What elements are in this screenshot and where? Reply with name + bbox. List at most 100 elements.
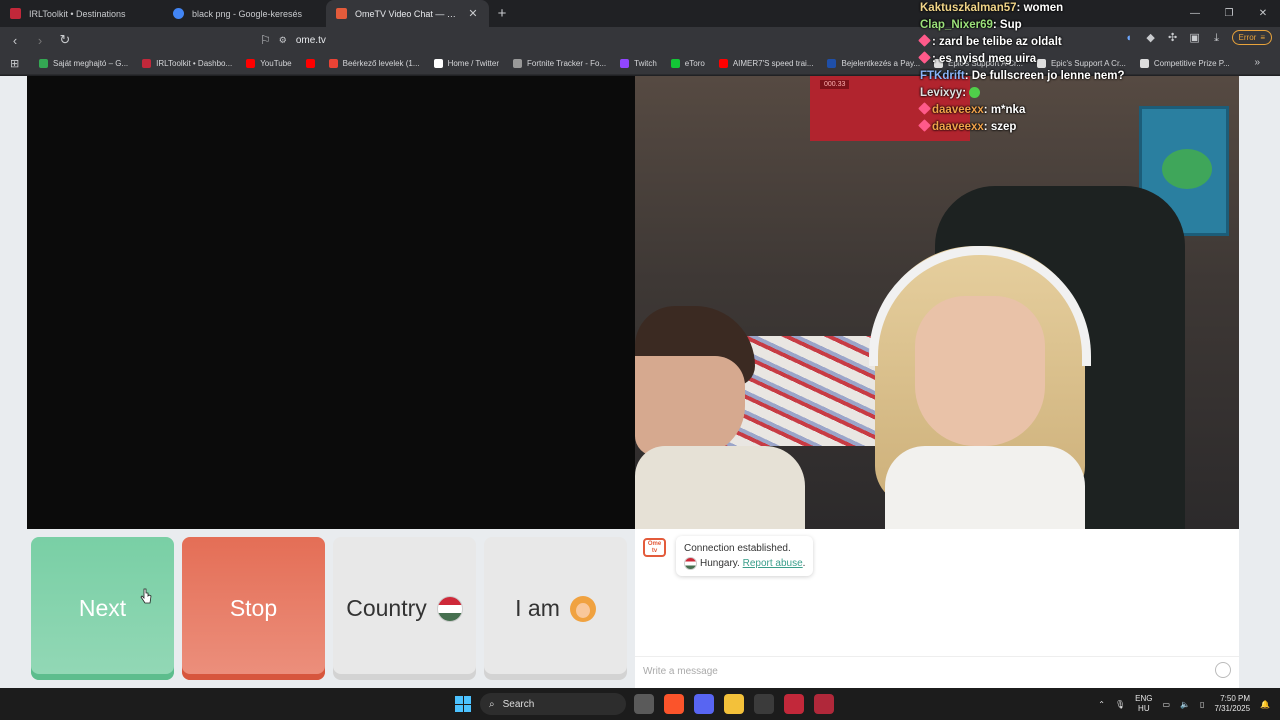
network-icon[interactable]: ▭ <box>1163 700 1171 709</box>
country-line: Hungary. Report abuse. <box>684 556 805 571</box>
notification-icon[interactable]: 🔔 <box>1260 700 1270 709</box>
gender-button[interactable]: I am <box>484 537 627 680</box>
clock[interactable]: 7:50 PM 7/31/2025 <box>1214 694 1250 714</box>
site-info-icon[interactable]: ⚙ <box>279 35 287 46</box>
bookmark-item[interactable]: Twitch <box>613 59 664 68</box>
reload-button[interactable]: ↻ <box>55 32 75 48</box>
chevron-up-icon[interactable]: ⌃ <box>1098 700 1105 709</box>
chat-line: daaveexx: szep <box>918 119 1240 136</box>
app-5-icon[interactable] <box>754 694 774 714</box>
message-input[interactable]: Write a message <box>635 656 1239 686</box>
more-bookmarks-icon[interactable]: » <box>1254 57 1260 68</box>
forward-button[interactable]: › <box>30 33 50 48</box>
report-abuse-link[interactable]: Report abuse <box>743 558 803 569</box>
chat-username: daaveexx <box>932 121 984 133</box>
tab-google-search[interactable]: black png - Google-keresés <box>163 0 326 27</box>
emoji-icon[interactable] <box>1215 662 1231 678</box>
app-7-icon[interactable] <box>814 694 834 714</box>
chat-username: daaveexx <box>932 104 984 116</box>
smile-emote-icon <box>969 87 981 99</box>
close-tab-icon[interactable]: ✕ <box>467 7 479 20</box>
tab-ometv[interactable]: OmeTV Video Chat — Omegle ✕ <box>326 0 489 27</box>
bookmark-favicon-icon <box>246 59 256 68</box>
bookmark-item[interactable]: Home / Twitter <box>427 59 506 68</box>
clock-date: 7/31/2025 <box>1214 704 1251 713</box>
pencil-badge-icon <box>918 51 931 64</box>
close-window-button[interactable]: ✕ <box>1246 0 1280 27</box>
menu-icon: ≡ <box>1260 33 1265 42</box>
screen: IRLToolkit • Destinations black png - Go… <box>0 0 1280 720</box>
next-button[interactable]: Next <box>31 537 174 680</box>
bookmark-item[interactable]: IRLToolkit • Dashbo... <box>135 59 239 68</box>
pencil-badge-icon <box>918 34 931 47</box>
chat-panel: Ome tv Connection established. Hungary. R… <box>635 529 1239 688</box>
chat-text: zard be telibe az oldalt <box>939 36 1062 48</box>
url-text[interactable]: ome.tv <box>296 35 326 46</box>
bookmark-favicon-icon <box>718 59 728 68</box>
chat-line: : es nyisd meg uira <box>918 51 1240 68</box>
chat-line: Levixyy: <box>920 85 1240 102</box>
pencil-badge-icon <box>918 102 931 115</box>
pencil-badge-icon <box>918 119 931 132</box>
address-bar[interactable]: ⚙ ome.tv <box>279 35 326 46</box>
bookmark-item[interactable]: YouTube <box>239 59 298 68</box>
discord-icon[interactable] <box>694 694 714 714</box>
battery-icon[interactable]: ▯ <box>1200 700 1204 709</box>
app-6-icon[interactable] <box>784 694 804 714</box>
chat-username: Clap_Nixer69 <box>920 19 993 31</box>
bookmark-label: Saját meghajtó – G... <box>53 59 129 68</box>
bookmark-item[interactable]: eToro <box>664 59 712 68</box>
stop-button[interactable]: Stop <box>182 537 325 680</box>
microphone-icon[interactable]: 🎙 <box>1115 700 1125 709</box>
volume-icon[interactable]: 🔈 <box>1180 700 1190 709</box>
bookmark-favicon-icon <box>305 59 315 68</box>
bookmark-favicon-icon <box>433 59 443 68</box>
new-tab-button[interactable]: + <box>489 0 515 27</box>
bookmark-favicon-icon <box>827 59 837 68</box>
chat-text: Sup <box>999 19 1022 31</box>
ometv-logo-icon: Ome tv <box>643 538 666 557</box>
task-view-icon[interactable] <box>634 694 654 714</box>
file-explorer-icon[interactable] <box>724 694 744 714</box>
lang-top: ENG <box>1135 694 1153 703</box>
poster-label: 000.33 <box>820 80 850 89</box>
chat-username: FTKdrift <box>920 70 965 82</box>
windows-start-icon[interactable] <box>455 696 471 712</box>
connection-text: Connection established. <box>684 543 791 554</box>
bookmark-favicon-icon <box>142 59 152 68</box>
bookmark-favicon-icon <box>512 59 522 68</box>
brave-icon[interactable] <box>664 694 684 714</box>
chat-username: Levixyy <box>920 87 963 99</box>
chat-text: szep <box>990 121 1017 133</box>
stream-chat-overlay: Kaktuszkalman57: women Clap_Nixer69: Sup:… <box>918 0 1240 136</box>
stop-label: Stop <box>229 595 278 621</box>
back-button[interactable]: ‹ <box>5 33 25 48</box>
chat-line: : zard be telibe az oldalt <box>918 34 1240 51</box>
ometv-page: 000.33 Next Stop Country I am Ome tv Con… <box>0 76 1280 688</box>
bookmark-label: Twitch <box>634 59 657 68</box>
bookmark-label: Bejelentkezés a Pay... <box>841 59 921 68</box>
mouse-cursor-icon <box>140 588 152 604</box>
bookmark-page-icon[interactable]: ⚐ <box>260 33 271 47</box>
woman-emoji-icon <box>569 595 596 622</box>
language-indicator[interactable]: ENG HU <box>1135 694 1152 714</box>
tab-title: black png - Google-keresés <box>192 8 303 19</box>
search-label: Search <box>502 698 535 710</box>
partner-video: 000.33 <box>635 76 1239 529</box>
apps-grid-icon[interactable]: ⊞ <box>10 57 32 70</box>
i-am-label: I am <box>515 595 560 621</box>
bookmark-label: Beérkező levelek (1... <box>342 59 420 68</box>
tab-irltoolkit[interactable]: IRLToolkit • Destinations <box>0 0 163 27</box>
bookmark-item[interactable]: Saját meghajtó – G... <box>32 59 135 68</box>
message-placeholder: Write a message <box>643 666 718 677</box>
country-button[interactable]: Country <box>333 537 476 680</box>
bookmark-item[interactable]: Bejelentkezés a Pay... <box>820 59 927 68</box>
bookmark-item[interactable]: Beérkező levelek (1... <box>322 59 427 68</box>
taskbar-search[interactable]: ⌕ Search <box>480 693 626 715</box>
bookmark-item[interactable]: AIMER7'S speed trai... <box>712 59 821 68</box>
bookmark-label: Home / Twitter <box>447 59 499 68</box>
self-video <box>27 76 635 529</box>
bookmark-item[interactable] <box>299 59 322 68</box>
chat-line: daaveexx: m*nka <box>918 102 1240 119</box>
bookmark-item[interactable]: Fortnite Tracker - Fo... <box>506 59 613 68</box>
